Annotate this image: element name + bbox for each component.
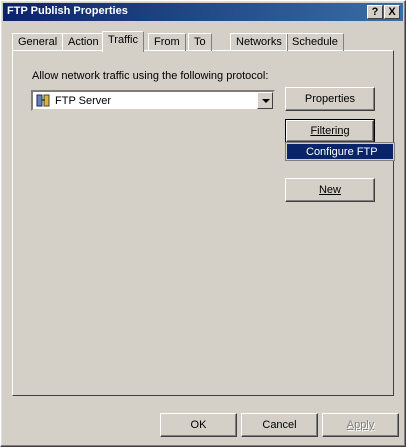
ftp-protocol-icon	[36, 94, 50, 107]
protocol-select[interactable]: FTP Server	[31, 90, 275, 111]
apply-button-label: Apply	[346, 419, 375, 431]
protocol-label: Allow network traffic using the followin…	[32, 70, 269, 82]
properties-button-label: Properties	[304, 93, 356, 105]
protocol-value: FTP Server	[55, 95, 112, 107]
tab-action[interactable]: Action	[62, 33, 105, 51]
new-button-label: New	[318, 184, 341, 196]
filtering-menu: Configure FTP	[285, 142, 395, 161]
title-bar[interactable]: FTP Publish Properties ? X	[3, 3, 403, 21]
filtering-button[interactable]: Filtering	[285, 119, 375, 143]
properties-button[interactable]: Properties	[285, 87, 375, 111]
ok-button-label: OK	[190, 419, 207, 431]
chevron-down-icon[interactable]	[257, 92, 273, 109]
apply-button[interactable]: Apply	[322, 413, 399, 437]
tab-from[interactable]: From	[148, 33, 186, 51]
tab-general[interactable]: General	[12, 33, 64, 51]
menu-item-configure-ftp[interactable]: Configure FTP	[287, 144, 393, 159]
window-title: FTP Publish Properties	[7, 5, 128, 17]
cancel-button[interactable]: Cancel	[241, 413, 318, 437]
help-button[interactable]: ?	[367, 5, 383, 19]
ok-button[interactable]: OK	[160, 413, 237, 437]
tab-traffic[interactable]: Traffic	[102, 31, 144, 52]
close-button[interactable]: X	[384, 5, 400, 19]
filtering-button-label: Filtering	[310, 125, 350, 137]
tab-schedule[interactable]: Schedule	[286, 33, 344, 51]
cancel-button-label: Cancel	[262, 419, 297, 431]
tab-to[interactable]: To	[188, 33, 212, 51]
new-button[interactable]: New	[285, 178, 375, 202]
tab-networks[interactable]: Networks	[230, 33, 288, 51]
